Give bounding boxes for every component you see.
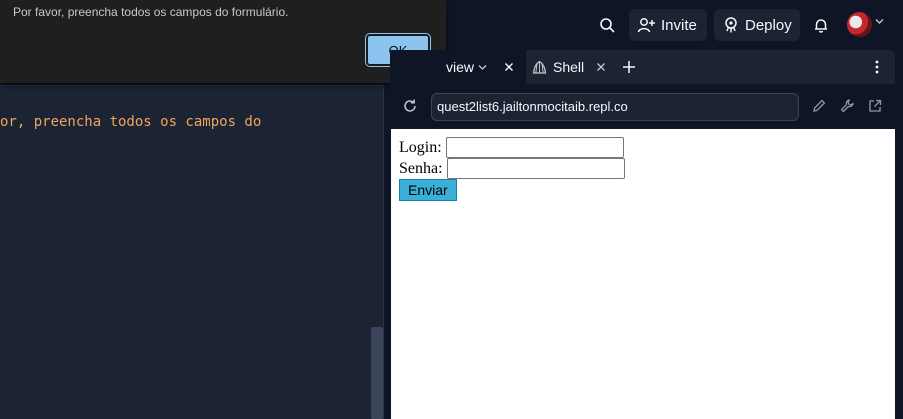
deploy-icon: [725, 17, 737, 33]
open-new-tab-icon[interactable]: [867, 98, 883, 114]
senha-input[interactable]: [446, 158, 625, 179]
tab-shell[interactable]: Shell: [532, 50, 584, 84]
avatar[interactable]: [847, 12, 872, 37]
senha-row: Senha:: [399, 158, 625, 179]
notifications-button[interactable]: [806, 9, 836, 41]
add-user-icon: [637, 18, 655, 33]
more-options-icon[interactable]: [874, 59, 880, 75]
login-input[interactable]: [445, 137, 624, 158]
chevron-down-icon[interactable]: [875, 18, 884, 25]
window-edge: [895, 50, 903, 419]
deploy-label: Deploy: [745, 16, 792, 34]
alert-dialog: Por favor, preencha todos os campos do f…: [0, 0, 446, 83]
add-tab-icon[interactable]: [621, 59, 637, 75]
bell-icon: [815, 19, 827, 33]
editor-scrollbar[interactable]: [371, 327, 383, 419]
devtools-wrench-icon[interactable]: [839, 98, 855, 114]
webview-content: Login: Senha: Enviar: [391, 129, 895, 419]
alert-message: Por favor, preencha todos os campos do f…: [13, 5, 289, 19]
reload-icon[interactable]: [402, 98, 418, 114]
enviar-button[interactable]: Enviar: [399, 179, 457, 201]
login-row: Login:: [399, 137, 624, 158]
code-line: or, preencha todos os campos do: [0, 114, 262, 130]
edit-icon[interactable]: [811, 98, 827, 114]
preview-pane: view Shell quest2list6.jailtonmocitaib.r…: [390, 50, 895, 419]
chevron-down-icon[interactable]: [478, 64, 487, 71]
code-editor[interactable]: or, preencha todos os campos do: [0, 50, 384, 419]
url-bar: quest2list6.jailtonmocitaib.repl.co: [390, 84, 895, 129]
close-icon[interactable]: [594, 60, 608, 74]
tab-shell-label: Shell: [553, 59, 585, 75]
invite-button[interactable]: Invite: [629, 9, 707, 41]
url-input[interactable]: quest2list6.jailtonmocitaib.repl.co: [431, 93, 799, 121]
search-button[interactable]: [592, 9, 622, 41]
close-icon[interactable]: [502, 60, 516, 74]
shell-icon: [532, 60, 547, 74]
tab-bar: view Shell: [390, 50, 895, 84]
search-icon: [600, 18, 615, 33]
invite-label: Invite: [661, 16, 697, 34]
deploy-button[interactable]: Deploy: [714, 9, 800, 41]
senha-label: Senha:: [399, 159, 443, 177]
login-label: Login:: [399, 138, 442, 156]
tab-webview-label: view: [446, 59, 475, 75]
